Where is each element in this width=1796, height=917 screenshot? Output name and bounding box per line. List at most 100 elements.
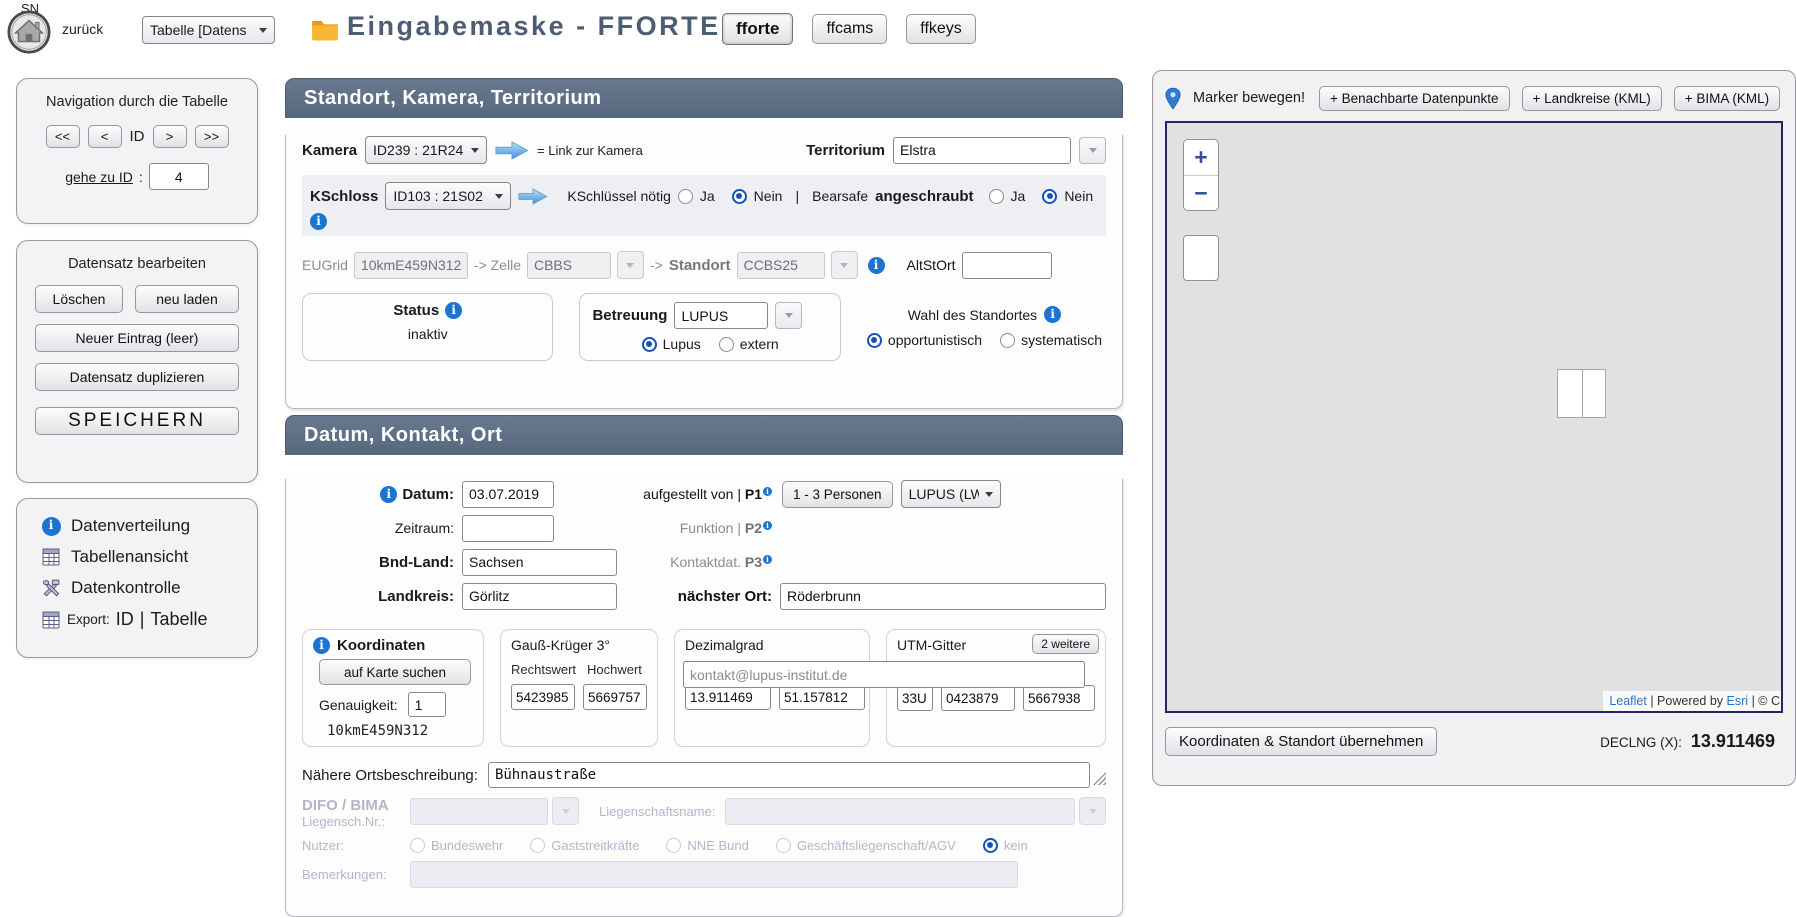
map-extra-control-button[interactable] — [1183, 235, 1219, 281]
eugrid-label: EUGrid — [302, 257, 348, 273]
link-datenverteilung[interactable]: Datenverteilung — [41, 516, 257, 536]
standort-info-icon[interactable] — [868, 257, 885, 274]
ort-input[interactable] — [780, 583, 1106, 610]
datum-info-icon[interactable] — [380, 486, 397, 503]
map-panel: Marker bewegen! + Benachbarte Datenpunkt… — [1152, 70, 1796, 786]
territorium-input[interactable] — [893, 137, 1071, 164]
map[interactable]: + − Leaflet | Powered by Esri | © C — [1165, 121, 1783, 713]
territorium-dropdown-button[interactable] — [1079, 137, 1106, 164]
chevron-down-icon — [259, 28, 267, 37]
export-table-link[interactable]: Tabelle — [150, 609, 207, 630]
neighbors-button[interactable]: + Benachbarte Datenpunkte — [1319, 86, 1510, 111]
status-info-icon[interactable] — [445, 302, 462, 319]
utm-box: UTM-Gitter 2 weitere Zone Ostwert Nordwe… — [886, 629, 1106, 747]
wahl-opportunistisch-radio[interactable] — [867, 333, 882, 348]
koordinaten-info-icon[interactable] — [313, 637, 330, 654]
p3-info-icon[interactable] — [763, 555, 772, 564]
nav-next-button[interactable]: > — [153, 125, 187, 148]
link-datenkontrolle[interactable]: Datenkontrolle — [41, 578, 257, 598]
p1-info-icon[interactable] — [763, 487, 772, 496]
bima-kml-button[interactable]: + BIMA (KML) — [1674, 86, 1780, 111]
zeitraum-input[interactable] — [462, 515, 554, 542]
ortsbeschreibung-input[interactable] — [488, 762, 1090, 788]
home-icon[interactable] — [6, 9, 52, 60]
save-button[interactable]: SPEICHERN — [35, 407, 239, 435]
kschluessel-ja-radio[interactable] — [678, 189, 693, 204]
leaflet-link[interactable]: Leaflet — [1609, 694, 1647, 708]
datum-input[interactable] — [462, 481, 554, 508]
link-tabellenansicht[interactable]: Tabellenansicht — [41, 547, 257, 567]
p1-select[interactable]: LUPUS (LW — [901, 480, 1001, 508]
betreuung-input[interactable] — [674, 302, 768, 329]
kamera-select[interactable]: ID239 : 21R24 — [365, 136, 487, 164]
hochwert-input[interactable] — [583, 684, 647, 710]
gk-title: Gauß-Krüger 3° — [511, 637, 647, 653]
landkreise-kml-button[interactable]: + Landkreise (KML) — [1522, 86, 1662, 111]
app-button-fforte[interactable]: fforte — [722, 13, 793, 45]
bearsafe-nein-radio[interactable] — [1042, 189, 1057, 204]
bearsafe-label: Bearsafe — [812, 188, 868, 204]
karte-suchen-button[interactable]: auf Karte suchen — [319, 659, 471, 685]
more-coords-button[interactable]: 2 weitere — [1032, 634, 1099, 654]
zoom-in-button[interactable]: + — [1184, 140, 1218, 175]
betreuung-extern-radio[interactable] — [719, 337, 734, 352]
datum-panel-title: Datum, Kontakt, Ort — [285, 415, 1123, 455]
new-entry-button[interactable]: Neuer Eintrag (leer) — [35, 324, 239, 352]
nutzer-option-label: Bundeswehr — [431, 838, 503, 853]
altstort-input[interactable] — [962, 252, 1052, 279]
duplicate-button[interactable]: Datensatz duplizieren — [35, 363, 239, 391]
personen-button[interactable]: 1 - 3 Personen — [782, 481, 893, 508]
app-button-ffcams[interactable]: ffcams — [812, 14, 887, 44]
grid-ref: 10kmE459N312 — [327, 723, 473, 739]
map-zoom-control: + − — [1183, 139, 1219, 211]
esri-link[interactable]: Esri — [1727, 694, 1749, 708]
kschluessel-nein-radio[interactable] — [732, 189, 747, 204]
apply-coordinates-button[interactable]: Koordinaten & Standort übernehmen — [1165, 727, 1437, 756]
betreuung-lupus-radio[interactable] — [642, 337, 657, 352]
status-label: Status — [393, 302, 439, 319]
goto-id-link[interactable]: gehe zu ID — [65, 169, 133, 185]
landkreis-input[interactable] — [462, 583, 617, 610]
table-select[interactable]: Tabelle [Datens — [142, 16, 275, 44]
kschloss-select[interactable]: ID103 : 21S02 — [385, 182, 511, 210]
nav-prev-button[interactable]: < — [88, 125, 122, 148]
delete-button[interactable]: Löschen — [35, 285, 123, 313]
zoom-out-button[interactable]: − — [1184, 175, 1218, 210]
koordinaten-label: Koordinaten — [337, 637, 425, 654]
p2-info-icon[interactable] — [763, 521, 772, 530]
info-icon — [41, 517, 61, 536]
betreuung-label: Betreuung — [592, 307, 667, 324]
betreuung-extern-label: extern — [740, 336, 779, 352]
standort-panel-title: Standort, Kamera, Territorium — [285, 78, 1123, 118]
p3-label: Kontaktdat. — [670, 554, 741, 570]
zone-input[interactable] — [897, 685, 933, 711]
reload-button[interactable]: neu laden — [135, 285, 239, 313]
nutzer-gaststreitkraefte-radio — [530, 838, 545, 853]
goto-id-input[interactable] — [149, 163, 209, 190]
wahl-systematisch-radio[interactable] — [1000, 333, 1015, 348]
nordwert-input[interactable] — [1023, 685, 1095, 711]
export-id-link[interactable]: ID — [116, 609, 134, 630]
bndland-input[interactable] — [462, 549, 617, 576]
rechtswert-input[interactable] — [511, 684, 575, 710]
betreuung-dropdown-button[interactable] — [775, 302, 802, 329]
kschloss-link-arrow-icon[interactable] — [518, 187, 548, 206]
bearsafe-ja-radio[interactable] — [989, 189, 1004, 204]
ostwert-input[interactable] — [941, 685, 1015, 711]
wahl-info-icon[interactable] — [1044, 306, 1061, 323]
p1-label: aufgestellt von | — [643, 486, 741, 502]
tools-panel: Datenverteilung Tabellenansicht Datenkon… — [16, 498, 258, 658]
p3-input[interactable] — [683, 661, 1085, 688]
app-button-ffkeys[interactable]: ffkeys — [906, 14, 976, 44]
back-link[interactable]: zurück — [62, 21, 103, 37]
nav-first-button[interactable]: << — [46, 125, 80, 148]
nutzer-kein-radio — [983, 838, 998, 853]
nutzer-label: Nutzer: — [302, 838, 410, 853]
tools-icon — [41, 579, 61, 598]
kschloss-info-icon[interactable] — [310, 213, 327, 230]
resize-grip-icon[interactable] — [1093, 772, 1106, 785]
camera-link-arrow-icon[interactable] — [495, 140, 529, 161]
genauigkeit-input[interactable] — [408, 692, 446, 717]
nav-last-button[interactable]: >> — [195, 125, 229, 148]
page-title: Eingabemaske - FFORTE — [347, 11, 721, 42]
